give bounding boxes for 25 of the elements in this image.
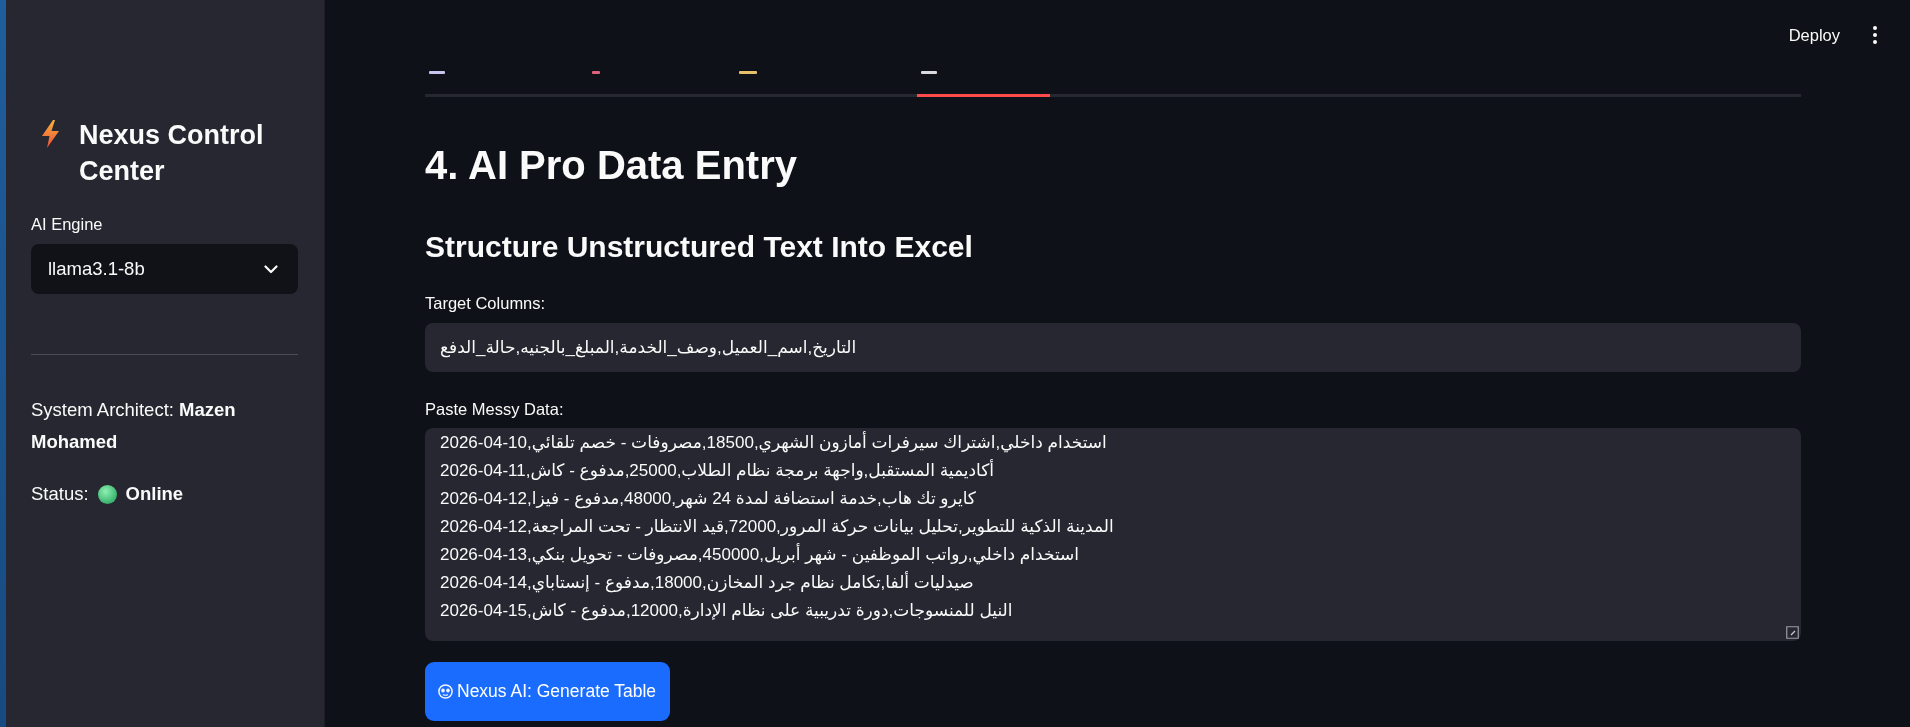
status-dot-icon — [97, 484, 117, 504]
tab-icon — [921, 71, 937, 74]
generate-table-button[interactable]: Nexus AI: Generate Table — [425, 662, 671, 721]
tab-icon — [592, 71, 600, 74]
app-title: Nexus Control Center — [79, 119, 265, 188]
messy-data-label: Paste Messy Data: — [425, 399, 564, 420]
face-icon — [438, 684, 453, 699]
resize-handle-icon[interactable] — [1786, 626, 1799, 639]
tab-icon — [429, 71, 445, 74]
target-columns-input[interactable]: التاريخ,اسم_العميل,وصف_الخدمة,المبلغ_بالجنيه,حالة_الدفع — [425, 323, 1801, 372]
chevron-down-icon — [264, 264, 278, 274]
target-columns-label: Target Columns: — [425, 293, 546, 314]
page-title: 4. AI Pro Data Entry — [425, 142, 797, 189]
menu-icon[interactable] — [1873, 26, 1877, 44]
tab-icon — [739, 71, 757, 74]
architect-text: System Architect: Mazen Mohamed — [31, 398, 237, 454]
status-label: Status: — [31, 482, 89, 506]
messy-data-textarea[interactable]: 2026-04-10,استخدام داخلي,اشتراك سيرفرات أمازون الشهري,18500,مصروفات - خصم تلقائي 2026-04-11,أكاديمية المستقبل,واجهة برمجة نظام الطلاب,25000,مدفوع - كاش 2026-04-12,كايرو تك هاب,خدمة استضافة لمدة 24 شهر,48000,مدفوع - فيزا 2026-04-12,المدينة الذكية للتطوير,تحليل بيانات حركة المرور,72000,قيد الانتظار - تحت المراجعة 2026-04-13,استخدام داخلي,رواتب الموظفين - شهر أبريل,450000,مصروفات - تحويل بنكي 2026-04-14,صيدليات ألفا,تكامل نظام جرد المخازن,18000,مدفوع - إنستاباي 2026-04-15,النيل للمنسوجات,دورة تدريبية على نظام الإدارة,12000,مدفوع - كاش — [425, 428, 1801, 641]
status-value: Online — [125, 482, 184, 506]
deploy-button[interactable]: Deploy — [1786, 21, 1842, 49]
lightning-bolt-icon — [42, 120, 59, 148]
engine-select[interactable]: llama3.1-8b — [31, 244, 298, 294]
engine-label: AI Engine — [31, 214, 104, 235]
tab[interactable] — [917, 70, 1050, 97]
section-heading: Structure Unstructured Text Into Excel — [425, 229, 973, 265]
